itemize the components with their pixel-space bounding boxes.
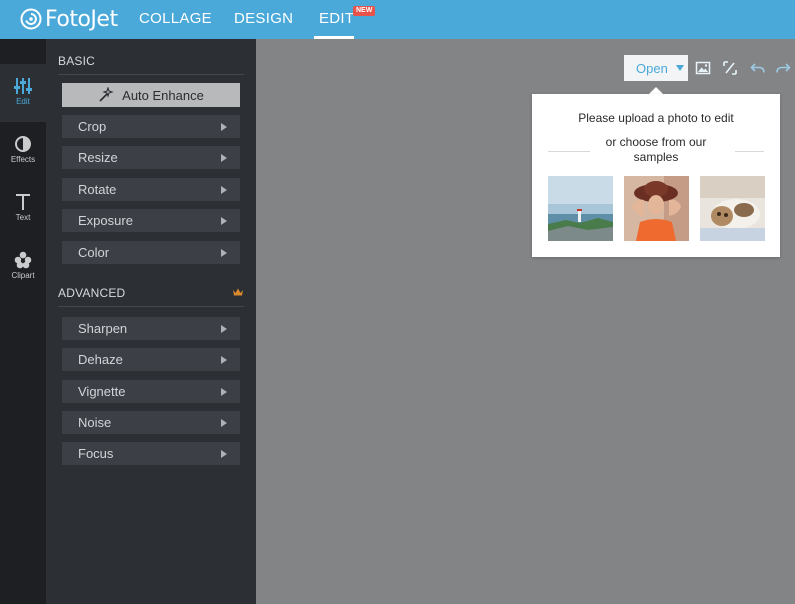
section-basic-title: BASIC [58, 54, 96, 68]
sample-photo-woman-hat[interactable] [624, 176, 689, 241]
popover-title: Please upload a photo to edit [578, 111, 734, 125]
rail-item-effects[interactable]: Effects [0, 122, 46, 180]
menu-sharpen-label: Sharpen [78, 321, 128, 336]
rail-item-clipart[interactable]: Clipart [0, 238, 46, 296]
arrow-right-icon [221, 186, 227, 194]
new-badge: NEW [353, 6, 376, 16]
open-button[interactable]: Open [624, 55, 688, 81]
sample-photo-cat[interactable] [700, 176, 765, 241]
menu-focus-label: Focus [78, 446, 114, 461]
menu-exposure[interactable]: Exposure [62, 209, 240, 232]
arrow-right-icon [221, 249, 227, 257]
menu-crop-label: Crop [78, 119, 107, 134]
arrow-right-icon [221, 450, 227, 458]
menu-exposure-label: Exposure [78, 213, 133, 228]
menu-crop[interactable]: Crop [62, 115, 240, 138]
menu-resize[interactable]: Resize [62, 146, 240, 169]
nav-edit-underline [314, 36, 354, 39]
nav-edit[interactable]: EDIT [314, 0, 354, 39]
arrow-right-icon [221, 217, 227, 225]
menu-rotate[interactable]: Rotate [62, 178, 240, 201]
text-t-icon [16, 194, 30, 210]
rail-item-text[interactable]: Text [0, 180, 46, 238]
section-advanced: ADVANCED [58, 285, 244, 307]
section-basic: BASIC [58, 53, 244, 75]
rail-label-text: Text [15, 213, 31, 222]
crown-icon [233, 288, 243, 296]
tool-rail: Edit Effects Text Clipart [0, 39, 46, 604]
upload-popover: Please upload a photo to edit or choose … [532, 94, 780, 257]
menu-noise[interactable]: Noise [62, 411, 240, 434]
arrow-right-icon [221, 356, 227, 364]
menu-sharpen[interactable]: Sharpen [62, 317, 240, 340]
flower-icon [14, 251, 32, 269]
menu-dehaze-label: Dehaze [78, 352, 123, 367]
logo[interactable]: FotoJet [20, 6, 118, 32]
auto-enhance-label: Auto Enhance [122, 87, 204, 103]
open-label: Open [636, 61, 668, 76]
arrow-right-icon [221, 154, 227, 162]
section-advanced-title: ADVANCED [58, 286, 126, 300]
menu-dehaze[interactable]: Dehaze [62, 348, 240, 371]
popover-pointer [649, 87, 663, 94]
menu-color[interactable]: Color [62, 241, 240, 264]
redo-icon[interactable] [775, 60, 791, 76]
menu-focus[interactable]: Focus [62, 442, 240, 465]
rail-label-edit: Edit [16, 97, 30, 106]
rail-label-effects: Effects [10, 155, 36, 164]
crop-ratio-icon[interactable] [722, 60, 738, 76]
logo-text: FotoJet [45, 6, 118, 32]
dropdown-caret-icon [676, 65, 684, 71]
menu-rotate-label: Rotate [78, 182, 117, 197]
magic-wand-icon [99, 87, 114, 102]
menu-vignette[interactable]: Vignette [62, 380, 240, 403]
auto-enhance-button[interactable]: Auto Enhance [62, 83, 240, 107]
arrow-right-icon [221, 419, 227, 427]
logo-swirl-icon [20, 8, 42, 30]
edit-panel: BASIC Auto Enhance Crop Resize Rotate Ex… [46, 39, 256, 604]
sample-photo-lighthouse[interactable] [548, 176, 613, 241]
half-circle-icon [15, 136, 31, 152]
nav-design[interactable]: DESIGN [234, 0, 293, 39]
arrow-right-icon [221, 388, 227, 396]
divider-right [735, 151, 764, 152]
sliders-icon [14, 78, 32, 94]
top-bar: FotoJet COLLAGE DESIGN EDIT NEW [0, 0, 795, 39]
popover-subtitle: or choose from our samples [605, 135, 707, 164]
menu-vignette-label: Vignette [78, 384, 126, 399]
nav-collage[interactable]: COLLAGE [139, 0, 212, 39]
rail-item-edit[interactable]: Edit [0, 64, 46, 122]
arrow-right-icon [221, 325, 227, 333]
undo-icon[interactable] [750, 60, 766, 76]
image-icon[interactable] [695, 60, 711, 76]
menu-resize-label: Resize [78, 150, 118, 165]
menu-color-label: Color [78, 245, 110, 260]
nav-edit-label: EDIT [319, 10, 355, 27]
menu-noise-label: Noise [78, 415, 112, 430]
rail-label-clipart: Clipart [11, 271, 35, 280]
divider-left [548, 151, 590, 152]
arrow-right-icon [221, 123, 227, 131]
